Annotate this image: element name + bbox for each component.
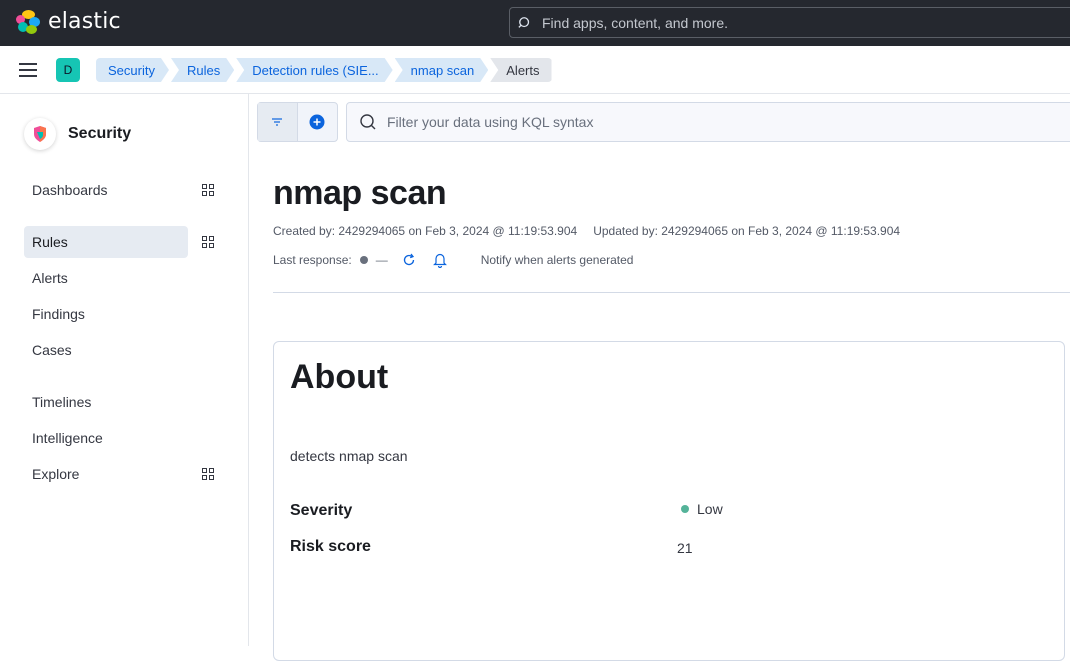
updated-by-text: Updated by: 2429294065 on Feb 3, 2024 @ … <box>593 224 901 238</box>
sidebar-item-cases[interactable]: Cases <box>24 334 188 366</box>
risk-score-value: 21 <box>677 540 693 556</box>
breadcrumb-alerts: Alerts <box>490 58 552 82</box>
apps-grid-icon[interactable] <box>202 236 214 248</box>
sidebar-item-label: Dashboards <box>32 182 108 198</box>
top-header: elastic Find apps, content, and more. <box>0 0 1070 46</box>
sidebar-item-dashboards[interactable]: Dashboards <box>24 174 188 206</box>
severity-value: Low <box>681 501 723 517</box>
severity-text: Low <box>697 501 723 517</box>
sidebar-item-label: Rules <box>32 234 68 250</box>
hamburger-icon <box>19 63 37 65</box>
hamburger-icon-line <box>19 75 37 77</box>
bell-icon <box>432 253 447 268</box>
kql-search-input[interactable]: Filter your data using KQL syntax <box>346 102 1070 142</box>
notify-bell-button[interactable] <box>432 252 447 268</box>
apps-grid-icon[interactable] <box>202 468 214 480</box>
elastic-logo[interactable]: elastic <box>16 9 121 34</box>
sidebar-item-label: Intelligence <box>32 430 103 446</box>
add-filter-button[interactable] <box>298 103 338 141</box>
plus-circle-icon <box>309 114 325 130</box>
header-divider <box>273 292 1070 293</box>
sidebar-item-explore[interactable]: Explore <box>24 458 188 490</box>
filter-button-group <box>257 102 338 142</box>
refresh-button[interactable] <box>402 253 416 267</box>
space-avatar[interactable]: D <box>56 58 80 82</box>
breadcrumb: Security Rules Detection rules (SIE... n… <box>96 58 554 82</box>
global-search-placeholder: Find apps, content, and more. <box>542 14 728 31</box>
sidebar-item-label: Timelines <box>32 394 92 410</box>
last-response-value: — <box>375 253 388 267</box>
breadcrumb-rules[interactable]: Rules <box>171 58 234 82</box>
search-icon <box>360 114 376 130</box>
page-title: nmap scan <box>273 174 447 212</box>
last-response-row: Last response: — Notify when alerts gene… <box>273 251 633 269</box>
sidebar-item-label: Explore <box>32 466 80 482</box>
risk-score-label: Risk score <box>290 538 371 555</box>
sidebar: Security Dashboards Rules Alerts Finding… <box>0 94 249 646</box>
about-panel: About detects nmap scan Severity Low Ris… <box>273 341 1065 661</box>
sidebar-item-alerts[interactable]: Alerts <box>24 262 188 294</box>
search-icon <box>518 16 530 28</box>
sidebar-item-label: Alerts <box>32 270 68 286</box>
sidebar-item-label: Findings <box>32 306 85 322</box>
breadcrumb-bar: D Security Rules Detection rules (SIE...… <box>0 46 1070 94</box>
filter-icon <box>272 118 283 126</box>
breadcrumb-security[interactable]: Security <box>96 58 169 82</box>
filter-options-button[interactable] <box>258 103 298 141</box>
rule-description: detects nmap scan <box>290 448 408 464</box>
sidebar-item-timelines[interactable]: Timelines <box>24 386 188 418</box>
sidebar-item-intelligence[interactable]: Intelligence <box>24 422 188 454</box>
elastic-logo-icon <box>16 9 40 34</box>
apps-grid-icon[interactable] <box>202 184 214 196</box>
menu-toggle-button[interactable] <box>19 63 37 77</box>
created-by-text: Created by: 2429294065 on Feb 3, 2024 @ … <box>273 224 578 238</box>
severity-dot-icon <box>681 505 689 513</box>
kql-placeholder: Filter your data using KQL syntax <box>387 114 594 130</box>
sidebar-title: Security <box>68 125 132 142</box>
sidebar-item-findings[interactable]: Findings <box>24 298 188 330</box>
severity-label: Severity <box>290 502 353 519</box>
notify-text: Notify when alerts generated <box>480 253 634 267</box>
breadcrumb-detection-rules[interactable]: Detection rules (SIE... <box>236 58 392 82</box>
brand-name: elastic <box>48 9 121 34</box>
sidebar-header[interactable]: Security <box>24 118 131 150</box>
sidebar-item-label: Cases <box>32 342 72 358</box>
last-response-label: Last response: <box>273 253 352 267</box>
sidebar-item-rules[interactable]: Rules <box>24 226 188 258</box>
about-title: About <box>290 358 389 396</box>
global-search-input[interactable]: Find apps, content, and more. <box>509 7 1070 38</box>
refresh-icon <box>403 253 414 266</box>
hamburger-icon-line <box>19 69 37 71</box>
rule-meta: Created by: 2429294065 on Feb 3, 2024 @ … <box>273 224 900 238</box>
security-logo-icon <box>24 118 56 150</box>
status-dot-icon <box>359 256 368 264</box>
breadcrumb-rule-name[interactable]: nmap scan <box>395 58 489 82</box>
